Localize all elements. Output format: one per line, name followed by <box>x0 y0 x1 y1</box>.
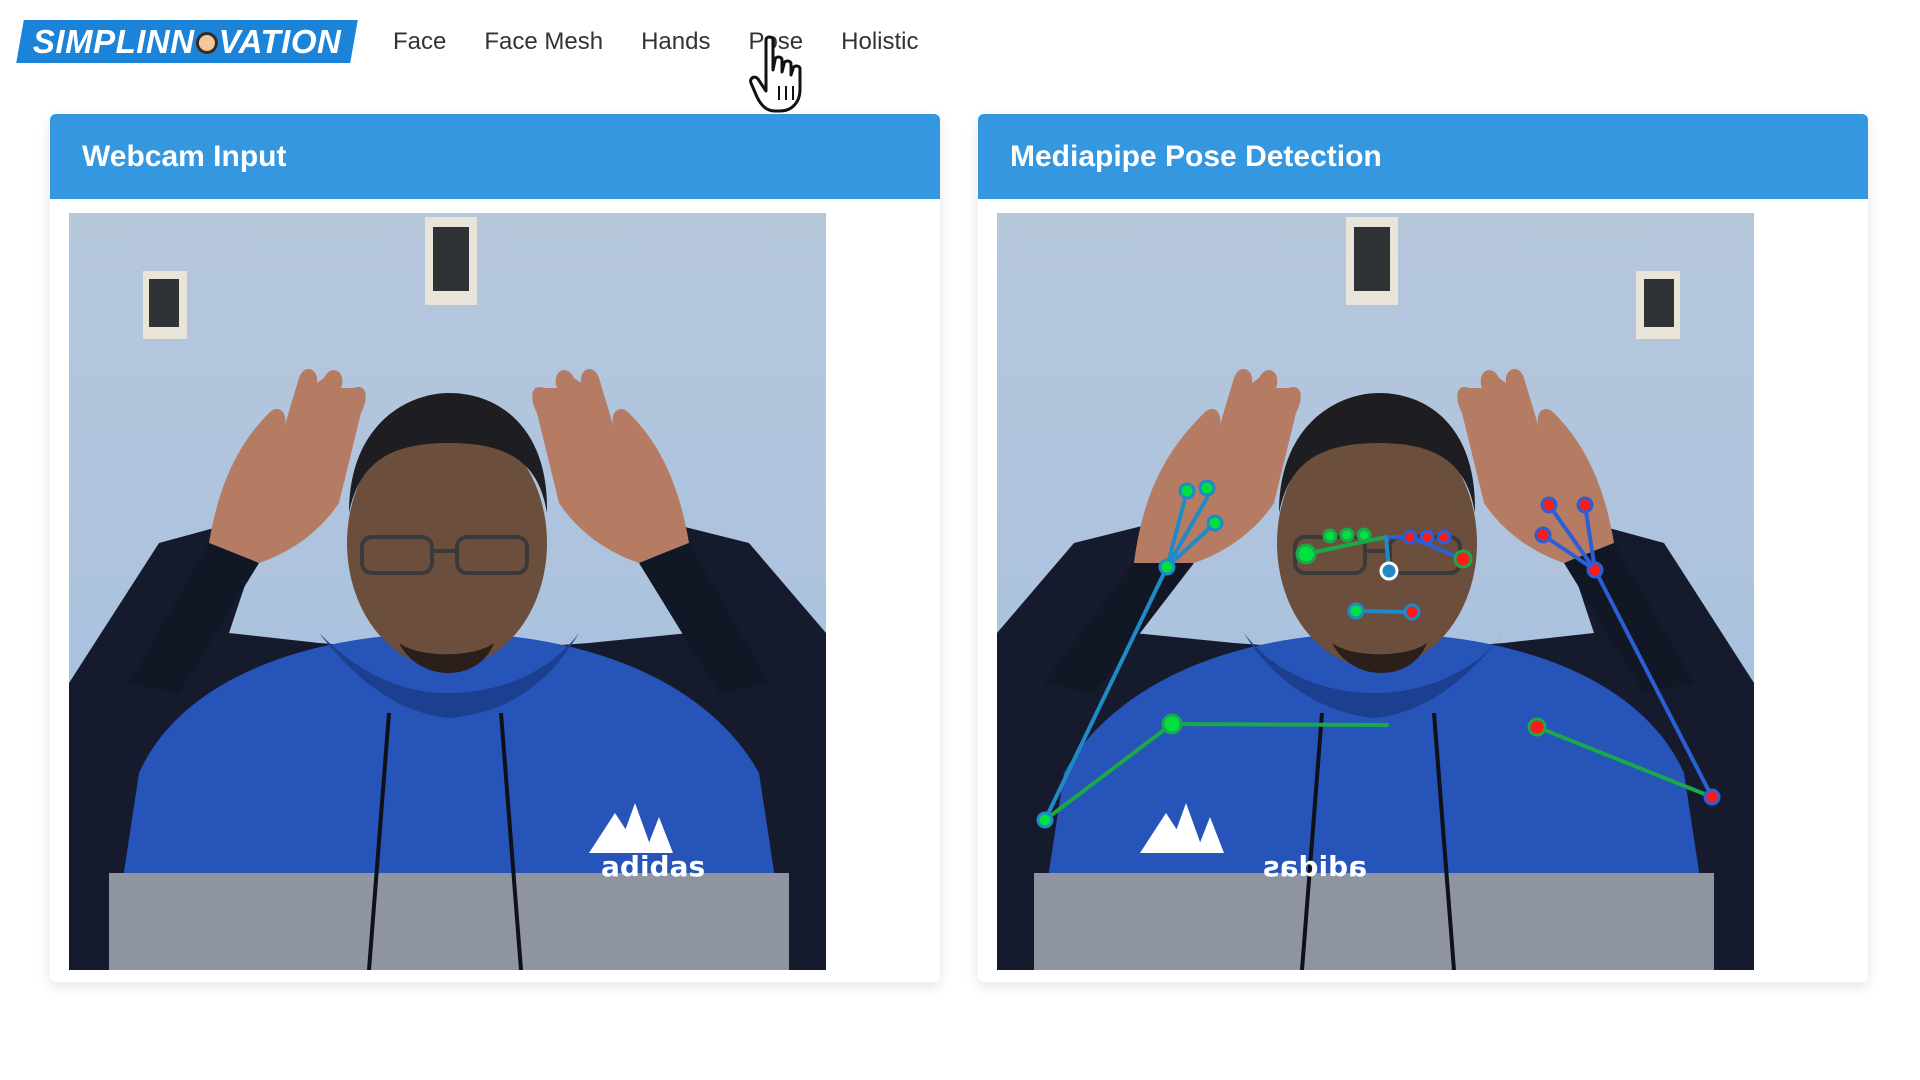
pose-video-frame: adidas <box>997 213 1754 970</box>
nav-menu: Face Face Mesh Hands Pose Holistic <box>393 22 957 62</box>
nav-item-face[interactable]: Face <box>393 22 446 62</box>
webcam-adidas-text: adidas <box>601 850 705 883</box>
webcam-input-panel: Webcam Input adidas <box>50 114 940 982</box>
pose-detection-panel: Mediapipe Pose Detection adidas <box>978 114 1868 982</box>
brand-face-icon <box>195 31 218 54</box>
nav-item-hands[interactable]: Hands <box>641 22 710 62</box>
nav-item-face-mesh[interactable]: Face Mesh <box>484 22 603 62</box>
pose-adidas-text: adidas <box>1263 850 1367 883</box>
webcam-video-frame: adidas <box>69 213 826 970</box>
nav-item-holistic[interactable]: Holistic <box>841 22 918 62</box>
brand-text-start: SIMPLINN <box>32 22 195 60</box>
top-navbar: SIMPLINN VATION Face Face Mesh Hands Pose… <box>0 0 1920 113</box>
brand-text-end: VATION <box>218 22 342 60</box>
brand-wordmark: SIMPLINN VATION <box>33 23 341 61</box>
hand-pointer-icon <box>749 35 802 113</box>
pose-panel-header: Mediapipe Pose Detection <box>978 114 1868 199</box>
webcam-panel-header: Webcam Input <box>50 114 940 199</box>
pose-scene-image: adidas <box>997 213 1754 970</box>
brand-logo[interactable]: SIMPLINN VATION <box>16 20 358 63</box>
webcam-scene-image: adidas <box>69 213 826 970</box>
